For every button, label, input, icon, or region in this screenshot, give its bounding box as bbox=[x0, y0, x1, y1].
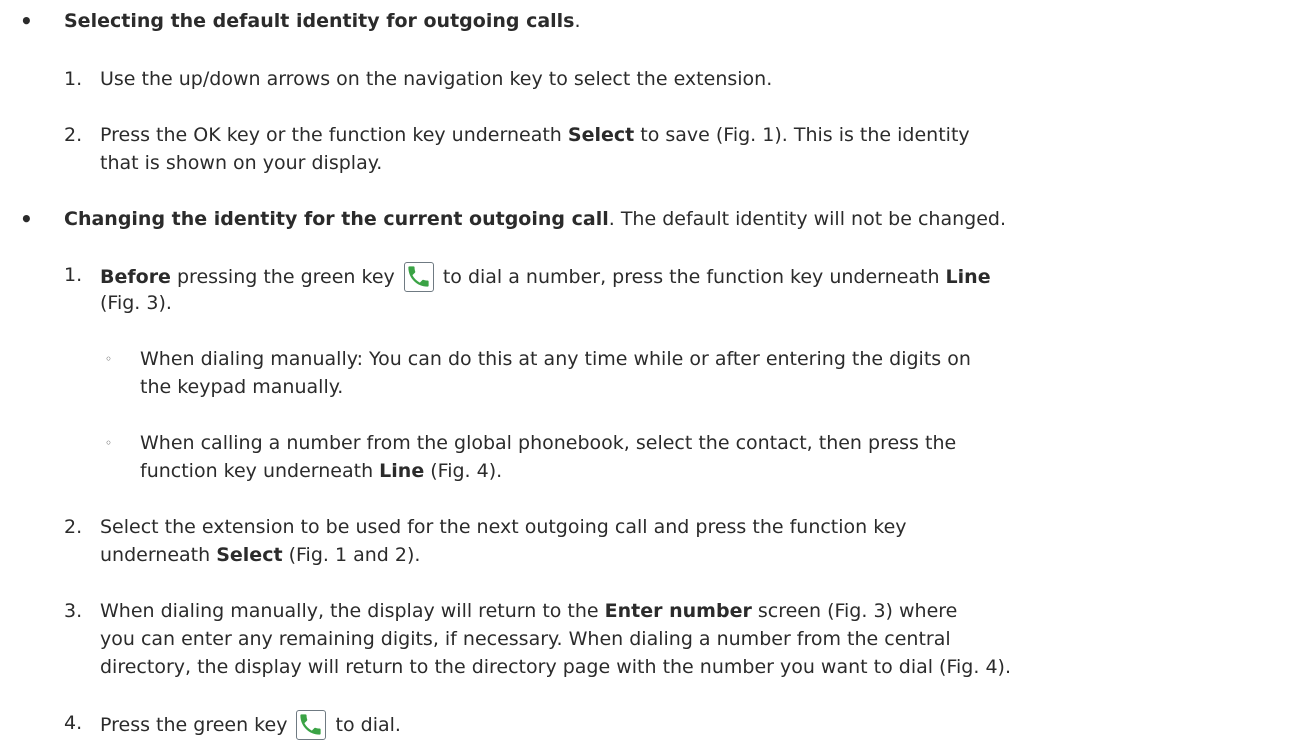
sub-item-text-continued: function key underneath Line (Fig. 4). bbox=[140, 458, 502, 484]
select-keyword: Select bbox=[216, 544, 283, 566]
step-text-continued: you can enter any remaining digits, if n… bbox=[100, 628, 951, 650]
step-text-part: Press the OK key or the function key und… bbox=[100, 124, 568, 146]
step-text: When dialing manually, the display will … bbox=[100, 598, 957, 624]
step-number: 2. bbox=[64, 124, 83, 146]
green-call-key-icon bbox=[296, 710, 327, 740]
step-text-continued: (Fig. 3). bbox=[100, 292, 172, 314]
step-text: Use the up/down arrows on the navigation… bbox=[100, 68, 773, 90]
sub-item-text-part: function key underneath bbox=[140, 460, 380, 482]
step-text-continued: directory, the display will return to th… bbox=[100, 656, 1011, 678]
sub-item-text: When calling a number from the global ph… bbox=[140, 432, 957, 454]
step-text-part: When dialing manually, the display will … bbox=[100, 600, 605, 622]
step-text-part: underneath bbox=[100, 544, 217, 566]
step-text: Press the green key to dial. bbox=[100, 710, 401, 740]
heading-text: Selecting the default identity for outgo… bbox=[64, 10, 575, 32]
step-number: 1. bbox=[64, 68, 83, 90]
step-text-part: Press the green key bbox=[100, 714, 294, 736]
step-text-part: to dial a number, press the function key… bbox=[436, 266, 946, 288]
sub-bullet-marker: ◦ bbox=[105, 352, 113, 366]
before-keyword: Before bbox=[100, 266, 171, 288]
sub-item-text-continued: the keypad manually. bbox=[140, 376, 344, 398]
bullet-marker: • bbox=[20, 207, 33, 231]
section-heading: Changing the identity for the current ou… bbox=[64, 206, 1006, 232]
step-number: 3. bbox=[64, 600, 83, 622]
sub-bullet-marker: ◦ bbox=[105, 436, 113, 450]
step-text-part: to save (Fig. 1). This is the identity bbox=[634, 124, 970, 146]
step-number: 1. bbox=[64, 264, 83, 286]
enter-number-keyword: Enter number bbox=[604, 600, 752, 622]
section-heading: Selecting the default identity for outgo… bbox=[64, 8, 581, 34]
step-text-part: screen (Fig. 3) where bbox=[751, 600, 958, 622]
green-call-key-icon bbox=[403, 262, 434, 292]
step-text-part: (Fig. 1 and 2). bbox=[282, 544, 421, 566]
select-keyword: Select bbox=[567, 124, 635, 146]
step-text: Select the extension to be used for the … bbox=[100, 516, 907, 538]
sub-item-text-part: (Fig. 4). bbox=[424, 460, 503, 482]
step-text-continued: that is shown on your display. bbox=[100, 152, 383, 174]
step-text: Press the OK key or the function key und… bbox=[100, 122, 970, 148]
step-number: 2. bbox=[64, 516, 83, 538]
step-text-part: pressing the green key bbox=[170, 266, 401, 288]
step-number: 4. bbox=[64, 712, 83, 734]
bullet-marker: • bbox=[20, 9, 33, 33]
step-text: Before pressing the green key to dial a … bbox=[100, 262, 991, 292]
step-text-part: to dial. bbox=[329, 714, 401, 736]
heading-text: Changing the identity for the current ou… bbox=[64, 208, 609, 230]
step-text-continued: underneath Select (Fig. 1 and 2). bbox=[100, 542, 420, 568]
line-keyword: Line bbox=[945, 266, 991, 288]
heading-period: . bbox=[574, 10, 581, 32]
heading-suffix: . The default identity will not be chang… bbox=[608, 208, 1006, 230]
line-keyword: Line bbox=[379, 460, 425, 482]
sub-item-text: When dialing manually: You can do this a… bbox=[140, 348, 971, 370]
